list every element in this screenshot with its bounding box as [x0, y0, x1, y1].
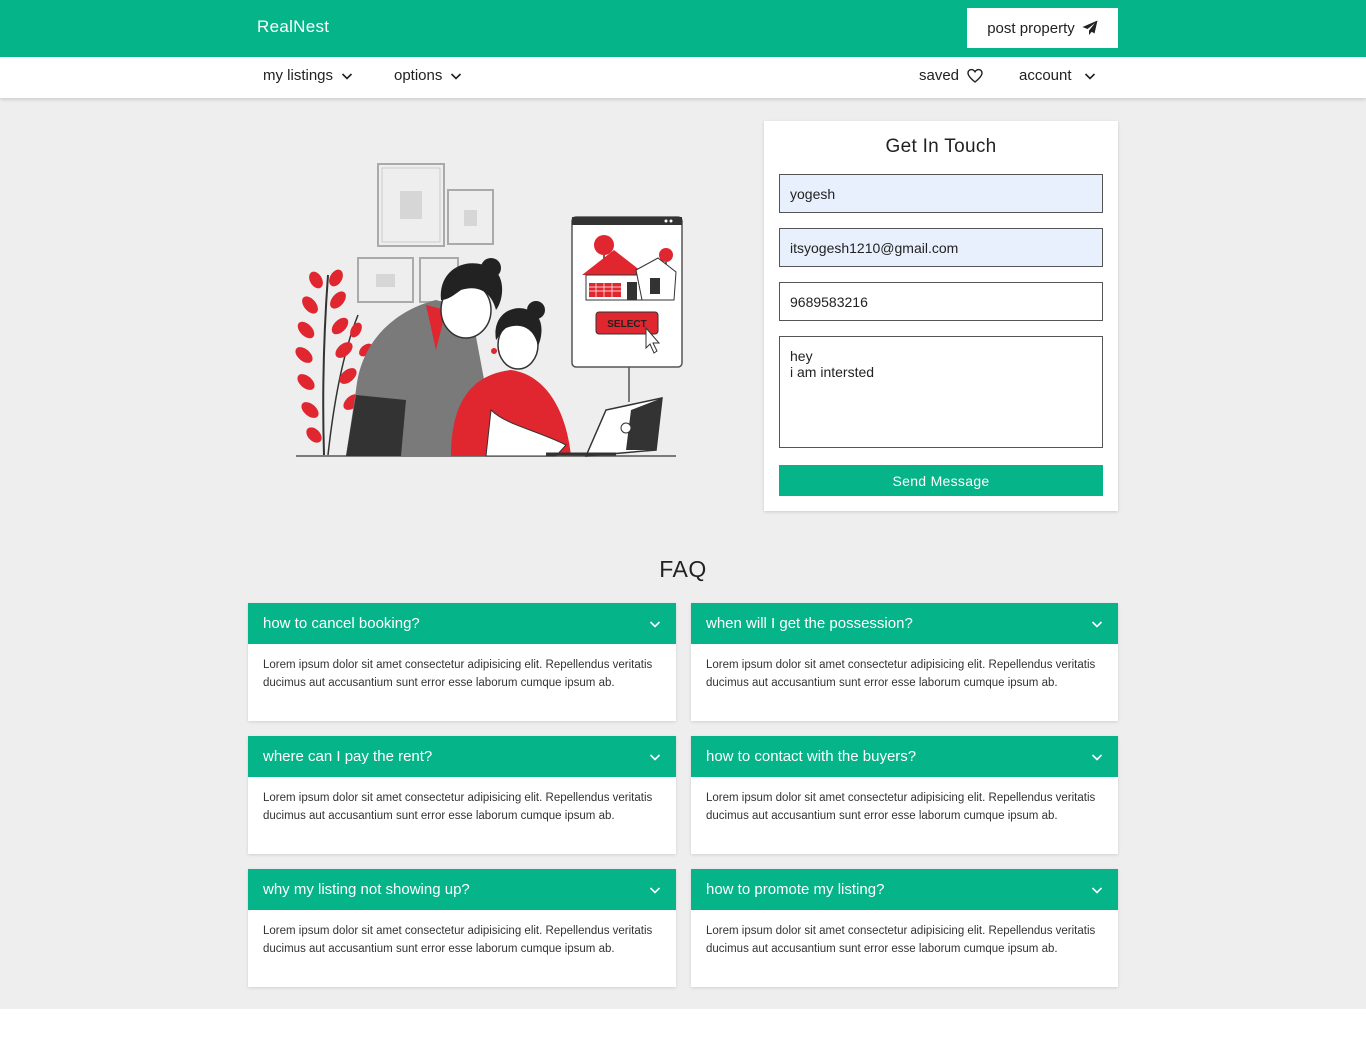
select-label: SELECT	[607, 319, 646, 330]
email-input[interactable]	[779, 228, 1103, 267]
contact-title: Get In Touch	[885, 136, 997, 157]
faq-item: why my listing not showing up? Lorem ips…	[248, 869, 676, 987]
faq-item: how to cancel booking? Lorem ipsum dolor…	[248, 603, 676, 721]
chevron-down-icon	[1091, 886, 1103, 894]
faq-question-header[interactable]: when will I get the possession?	[691, 603, 1118, 644]
chevron-down-icon	[649, 886, 661, 894]
faq-answer: Lorem ipsum dolor sit amet consectetur a…	[263, 659, 653, 689]
faq-title: FAQ	[659, 556, 707, 582]
nav-options[interactable]: options	[394, 67, 462, 84]
message-textarea[interactable]: hey i am intersted	[779, 336, 1103, 448]
nav-saved[interactable]: saved	[919, 67, 983, 84]
nav-account-label: account	[1019, 67, 1072, 84]
nav-options-label: options	[394, 67, 443, 84]
nav-bar: my listings options saved account	[0, 57, 1366, 98]
chevron-down-icon	[341, 72, 353, 80]
faq-answer: Lorem ipsum dolor sit amet consectetur a…	[263, 925, 653, 955]
chevron-down-icon	[649, 753, 661, 761]
faq-question: where can I pay the rent?	[263, 748, 433, 765]
faq-item: how to contact with the buyers? Lorem ip…	[691, 736, 1118, 854]
faq-answer: Lorem ipsum dolor sit amet consectetur a…	[706, 925, 1096, 955]
contact-form-card: Get In Touch hey i am intersted Send Mes…	[764, 121, 1118, 511]
send-message-button[interactable]: Send Message	[779, 465, 1103, 496]
faq-question-header[interactable]: how to promote my listing?	[691, 869, 1118, 910]
top-bar: RealNest post property	[0, 0, 1366, 57]
chevron-down-icon	[1091, 753, 1103, 761]
faq-question: how to promote my listing?	[706, 881, 885, 898]
brand-logo[interactable]: RealNest	[257, 17, 329, 37]
footer	[0, 1009, 1366, 1054]
faq-answer: Lorem ipsum dolor sit amet consectetur a…	[263, 792, 653, 822]
faq-question: how to contact with the buyers?	[706, 748, 917, 765]
faq-item: when will I get the possession? Lorem ip…	[691, 603, 1118, 721]
chevron-down-icon	[649, 620, 661, 628]
nav-account[interactable]: account	[1019, 67, 1096, 84]
post-property-label: post property	[987, 19, 1075, 37]
chevron-down-icon	[1084, 72, 1095, 80]
faq-question-header[interactable]: why my listing not showing up?	[248, 869, 676, 910]
nav-my-listings-label: my listings	[263, 67, 334, 84]
faq-question-header[interactable]: how to contact with the buyers?	[691, 736, 1118, 777]
faq-question: how to cancel booking?	[263, 615, 420, 632]
chevron-down-icon	[1091, 620, 1103, 628]
faq-question-header[interactable]: how to cancel booking?	[248, 603, 676, 644]
faq-question: why my listing not showing up?	[263, 881, 470, 898]
faq-item: where can I pay the rent? Lorem ipsum do…	[248, 736, 676, 854]
faq-question: when will I get the possession?	[706, 615, 913, 632]
faq-item: how to promote my listing? Lorem ipsum d…	[691, 869, 1118, 987]
post-property-button[interactable]: post property	[967, 8, 1118, 48]
nav-my-listings[interactable]: my listings	[263, 67, 353, 84]
name-input[interactable]	[779, 174, 1103, 213]
contact-illustration: SELECT	[295, 163, 683, 457]
paper-plane-icon	[1082, 20, 1098, 35]
faq-answer: Lorem ipsum dolor sit amet consectetur a…	[706, 792, 1096, 822]
heart-icon	[967, 68, 983, 83]
faq-question-header[interactable]: where can I pay the rent?	[248, 736, 676, 777]
phone-input[interactable]	[779, 282, 1103, 321]
chevron-down-icon	[451, 72, 462, 80]
faq-answer: Lorem ipsum dolor sit amet consectetur a…	[706, 659, 1096, 689]
nav-saved-label: saved	[919, 67, 960, 84]
